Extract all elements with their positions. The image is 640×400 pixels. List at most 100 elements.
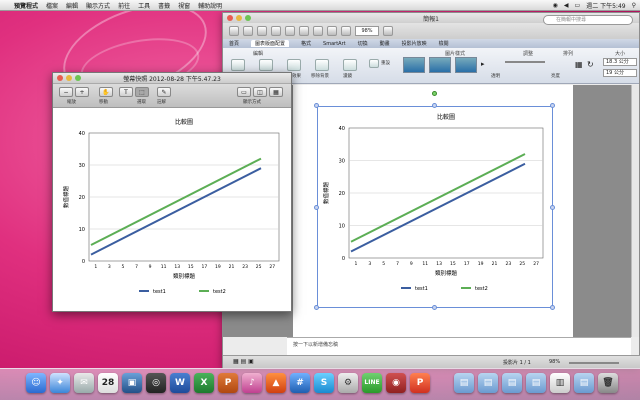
redo-icon[interactable] <box>341 26 351 36</box>
filter-button[interactable] <box>343 59 357 71</box>
width-field[interactable]: 19 公分 <box>603 69 637 77</box>
photo-booth-icon[interactable]: ◉ <box>386 373 406 393</box>
document-icon[interactable]: ▥ <box>550 373 570 393</box>
tab-format[interactable]: 格式 <box>301 40 311 47</box>
window-title: 簡報1 <box>423 15 439 23</box>
remove-background-button[interactable] <box>315 59 329 71</box>
zoom-field[interactable]: 98% <box>355 26 379 36</box>
zoom-slider[interactable] <box>569 362 619 364</box>
ical-icon[interactable]: 28 <box>98 373 118 393</box>
picture-style-3[interactable] <box>455 57 477 73</box>
folder-icon[interactable]: ▤ <box>526 373 546 393</box>
menu-file[interactable]: 檔案 <box>46 1 58 10</box>
tab-smartart[interactable]: SmartArt <box>323 41 346 47</box>
rotate-icon[interactable]: ↻ <box>587 60 594 69</box>
utility-icon[interactable]: ⚙ <box>338 373 358 393</box>
shadow-button[interactable] <box>287 59 301 71</box>
menu-help[interactable]: 輔助說明 <box>198 1 222 10</box>
applications-folder-icon[interactable]: ▤ <box>454 373 474 393</box>
menu-edit[interactable]: 編輯 <box>66 1 78 10</box>
menu-clock[interactable]: 週二 下午5:49 <box>586 1 625 10</box>
search-input[interactable]: 在簡報中搜尋 <box>543 15 633 25</box>
zoom-in-button[interactable]: + <box>75 87 89 97</box>
rotate-handle[interactable] <box>432 91 437 96</box>
slide-chart[interactable]: 比較圖0102030401 3 5 7 9 11 13 15 17 19 21 23 25 27類別標題數… <box>319 108 551 306</box>
normal-view-icon[interactable]: ▦ ▤ ▣ <box>233 358 254 365</box>
zoom-button[interactable] <box>245 15 251 21</box>
x-tick-label: 9 <box>410 261 413 267</box>
powerpoint-icon[interactable]: P <box>218 373 238 393</box>
crop-button[interactable] <box>231 59 245 71</box>
mail-icon[interactable]: ✉ <box>74 373 94 393</box>
vertical-scrollbar[interactable] <box>631 85 639 337</box>
battery-icon[interactable]: ▭ <box>575 2 581 9</box>
zoom-out-button[interactable]: − <box>59 87 73 97</box>
ribbon-group-arrange: 排列 <box>563 51 574 57</box>
transparency-slider[interactable] <box>505 61 545 63</box>
help-icon[interactable] <box>383 26 393 36</box>
screenshot-icon[interactable]: ◎ <box>146 373 166 393</box>
trash-icon[interactable]: 🗑 <box>598 373 618 393</box>
menu-app[interactable]: 預覽程式 <box>14 1 38 10</box>
tab-chart-layout[interactable]: 圖表版面配置 <box>251 40 290 47</box>
undo-icon[interactable] <box>327 26 337 36</box>
close-button[interactable] <box>227 15 233 21</box>
new-icon[interactable] <box>229 26 239 36</box>
legend-label-test1: test1 <box>415 286 428 292</box>
itunes-icon[interactable]: ♪ <box>242 373 262 393</box>
y-tick-label: 30 <box>339 159 345 165</box>
menu-view[interactable]: 顯示方式 <box>86 1 110 10</box>
app-icon[interactable]: ▲ <box>266 373 286 393</box>
stack-folder-icon[interactable]: ▤ <box>574 373 594 393</box>
menu-go[interactable]: 前往 <box>118 1 130 10</box>
wifi-icon[interactable]: ◉ <box>553 2 558 9</box>
view-grid-button[interactable]: ▦ <box>269 87 283 97</box>
tab-animations[interactable]: 動畫 <box>380 40 390 47</box>
height-field[interactable]: 18.3 公分 <box>603 58 637 66</box>
move-tool-button[interactable]: ✋ <box>99 87 113 97</box>
paste-icon[interactable] <box>313 26 323 36</box>
annotate-button[interactable]: ✎ <box>157 87 171 97</box>
menu-tools[interactable]: 工具 <box>138 1 150 10</box>
tab-review[interactable]: 檢閱 <box>439 40 449 47</box>
word-icon[interactable]: W <box>170 373 190 393</box>
close-button[interactable] <box>57 75 63 81</box>
text-select-button[interactable]: T <box>119 87 133 97</box>
select-tool-button[interactable]: ⬚ <box>135 87 149 97</box>
spotlight-icon[interactable]: ⚲ <box>632 2 636 9</box>
notes-pane[interactable]: 按一下以新增備忘稿 <box>287 337 631 355</box>
downloads-folder-icon[interactable]: ▤ <box>502 373 522 393</box>
reset-button[interactable] <box>369 59 379 68</box>
picture-style-1[interactable] <box>403 57 425 73</box>
line-icon[interactable]: LINE <box>362 373 382 393</box>
cut-icon[interactable] <box>285 26 295 36</box>
picture-style-2[interactable] <box>429 57 451 73</box>
styles-more-icon[interactable]: ▸ <box>481 60 485 68</box>
volume-icon[interactable]: ◀ <box>564 2 569 9</box>
skype-icon[interactable]: S <box>314 373 334 393</box>
documents-folder-icon[interactable]: ▤ <box>478 373 498 393</box>
copy-icon[interactable] <box>299 26 309 36</box>
tab-home[interactable]: 首頁 <box>229 40 239 47</box>
view-single-button[interactable]: ▭ <box>237 87 251 97</box>
safari-icon[interactable]: ✦ <box>50 373 70 393</box>
menu-window[interactable]: 視窗 <box>178 1 190 10</box>
tab-slideshow[interactable]: 投影片放映 <box>402 40 427 47</box>
minimize-button[interactable] <box>66 75 72 81</box>
minimize-button[interactable] <box>236 15 242 21</box>
preview-icon[interactable]: P <box>410 373 430 393</box>
save-icon[interactable] <box>257 26 267 36</box>
preview-titlebar[interactable]: 螢幕快照 2012-08-28 下午5.47.23 <box>53 73 291 84</box>
open-icon[interactable] <box>243 26 253 36</box>
menu-bookmarks[interactable]: 書籤 <box>158 1 170 10</box>
tab-transitions[interactable]: 切換 <box>358 40 368 47</box>
zoom-button[interactable] <box>75 75 81 81</box>
view-sidebar-button[interactable]: ◫ <box>253 87 267 97</box>
finder-icon[interactable]: ☺ <box>26 373 46 393</box>
arrange-icon[interactable]: ▦ <box>575 60 583 69</box>
iphoto-icon[interactable]: ▣ <box>122 373 142 393</box>
app-store-icon[interactable]: # <box>290 373 310 393</box>
recolor-button[interactable] <box>259 59 273 71</box>
excel-icon[interactable]: X <box>194 373 214 393</box>
print-icon[interactable] <box>271 26 281 36</box>
